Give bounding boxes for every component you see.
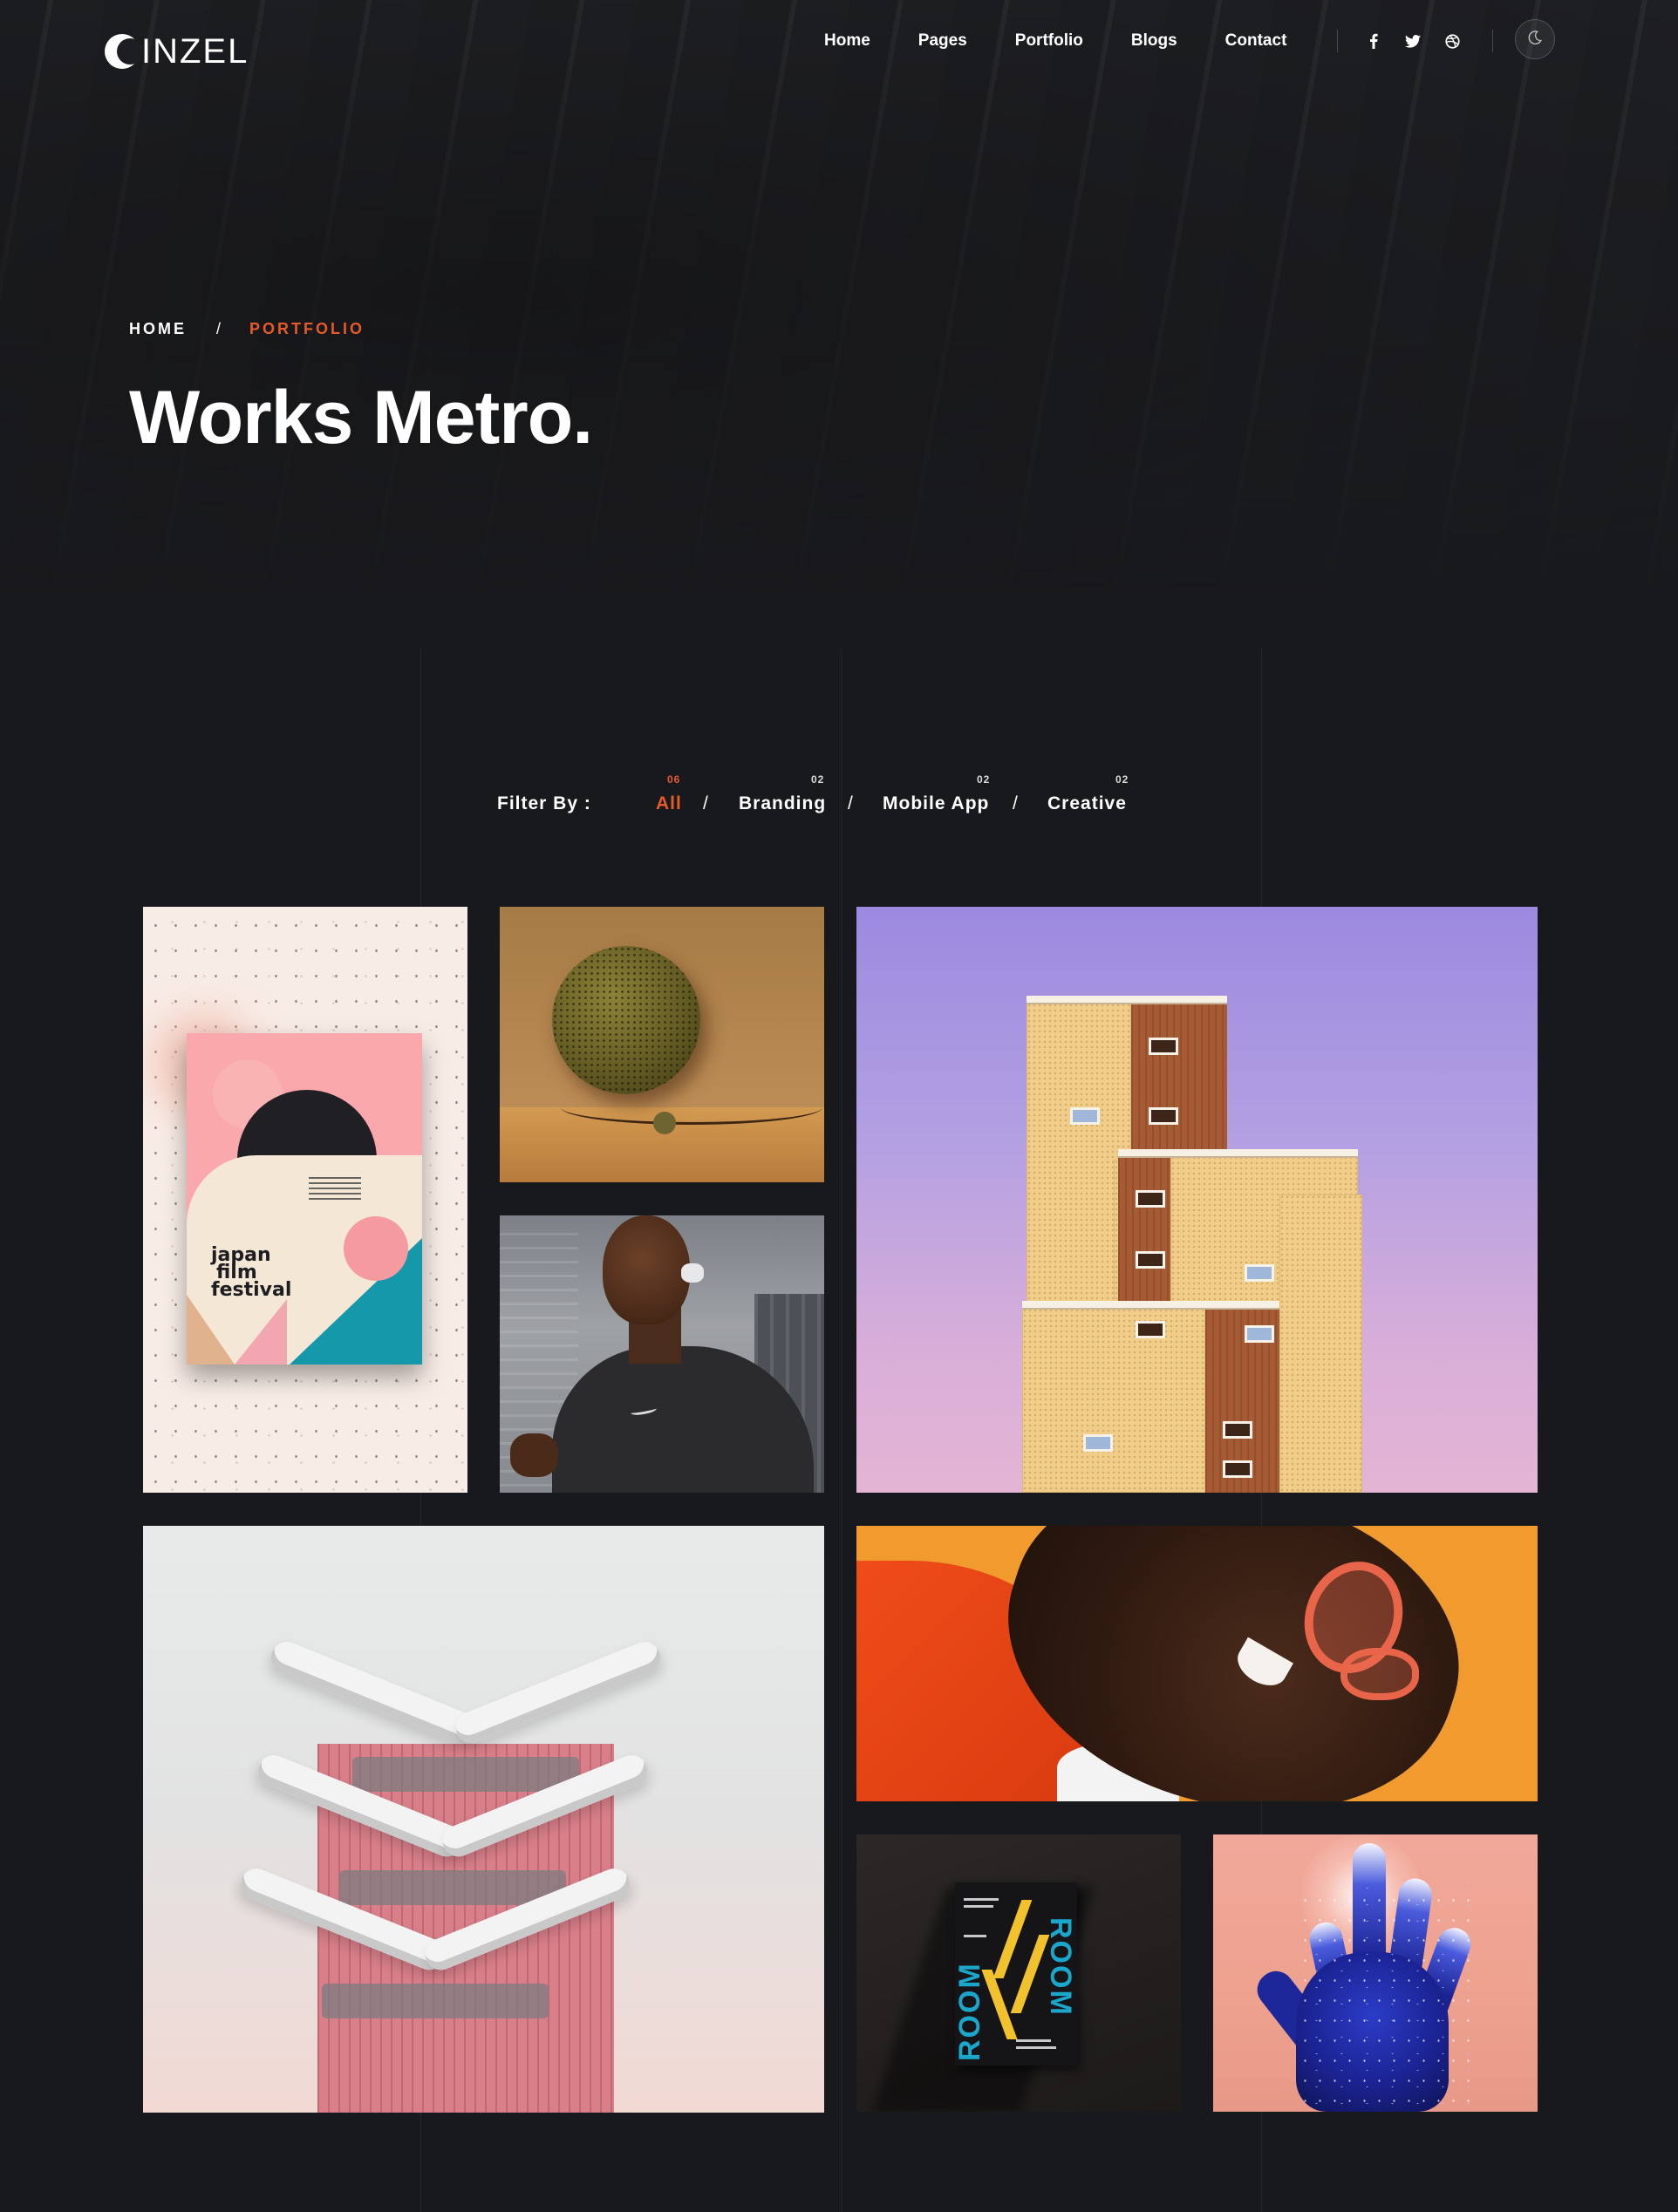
- filter-separator: /: [1013, 793, 1018, 813]
- portfolio-item-speaker[interactable]: [500, 907, 824, 1182]
- nav-blogs[interactable]: Blogs: [1131, 31, 1177, 51]
- portfolio-filter: Filter By : 06 All / 02 Branding / 02 Mo…: [0, 767, 1678, 820]
- social-divider: [1492, 30, 1493, 52]
- portfolio-item-pink-tower[interactable]: [143, 1526, 824, 2113]
- breadcrumb-current: PORTFOLIO: [249, 320, 365, 337]
- breadcrumb-home[interactable]: HOME: [129, 320, 187, 338]
- filter-count-creative: 02: [1115, 773, 1129, 786]
- nav-home[interactable]: Home: [824, 31, 870, 51]
- book-title-top: ROOM: [1044, 1917, 1077, 2017]
- portfolio-item-room-book[interactable]: ROOM ROOM: [856, 1834, 1181, 2112]
- twitter-icon[interactable]: [1405, 33, 1421, 49]
- facebook-icon[interactable]: [1366, 33, 1381, 49]
- social-links: [1366, 28, 1460, 54]
- poster-image: japan film festival: [187, 1033, 422, 1365]
- hero-overlay: [0, 0, 1678, 593]
- portfolio-item-galaxy-hand[interactable]: [1213, 1834, 1538, 2112]
- logo-text: INZEL: [141, 31, 249, 71]
- main-nav: Home Pages Portfolio Blogs Contact: [824, 28, 1286, 54]
- filter-all[interactable]: All: [656, 793, 682, 814]
- logo[interactable]: INZEL: [105, 31, 249, 71]
- filter-count-mobile-app: 02: [977, 773, 991, 786]
- filter-count-branding: 02: [811, 773, 825, 786]
- nav-portfolio[interactable]: Portfolio: [1015, 31, 1083, 51]
- column-guide: [841, 650, 842, 2212]
- nav-contact[interactable]: Contact: [1225, 31, 1287, 51]
- speaker-image: [552, 946, 700, 1094]
- book-image: ROOM ROOM: [955, 1882, 1077, 2066]
- logo-mark-icon: [105, 34, 143, 69]
- portfolio-item-japan-film-festival[interactable]: japan film festival: [143, 907, 467, 1493]
- portfolio-item-building[interactable]: [856, 907, 1538, 1493]
- portfolio-item-smiling-man[interactable]: [856, 1526, 1538, 1801]
- page-title: Works Metro.: [129, 376, 593, 459]
- filter-branding[interactable]: Branding: [739, 793, 826, 814]
- nav-pages[interactable]: Pages: [918, 31, 967, 51]
- portfolio-item-runner[interactable]: [500, 1215, 824, 1493]
- book-title-side: ROOM: [955, 1962, 986, 2061]
- breadcrumb: HOME / PORTFOLIO: [129, 320, 365, 338]
- runner-image: [603, 1215, 690, 1324]
- filter-mobile-app[interactable]: Mobile App: [883, 793, 989, 814]
- dribbble-icon[interactable]: [1444, 33, 1460, 49]
- filter-creative[interactable]: Creative: [1047, 793, 1127, 814]
- filter-label: Filter By :: [497, 793, 591, 813]
- nav-divider: [1337, 30, 1338, 52]
- theme-toggle-button[interactable]: [1515, 19, 1555, 59]
- filter-separator: /: [848, 793, 853, 813]
- moon-icon: [1527, 30, 1543, 50]
- poster-text-festival: festival: [211, 1279, 292, 1301]
- filter-separator: /: [703, 793, 708, 813]
- filter-count-all: 06: [667, 773, 681, 786]
- breadcrumb-separator: /: [216, 320, 222, 337]
